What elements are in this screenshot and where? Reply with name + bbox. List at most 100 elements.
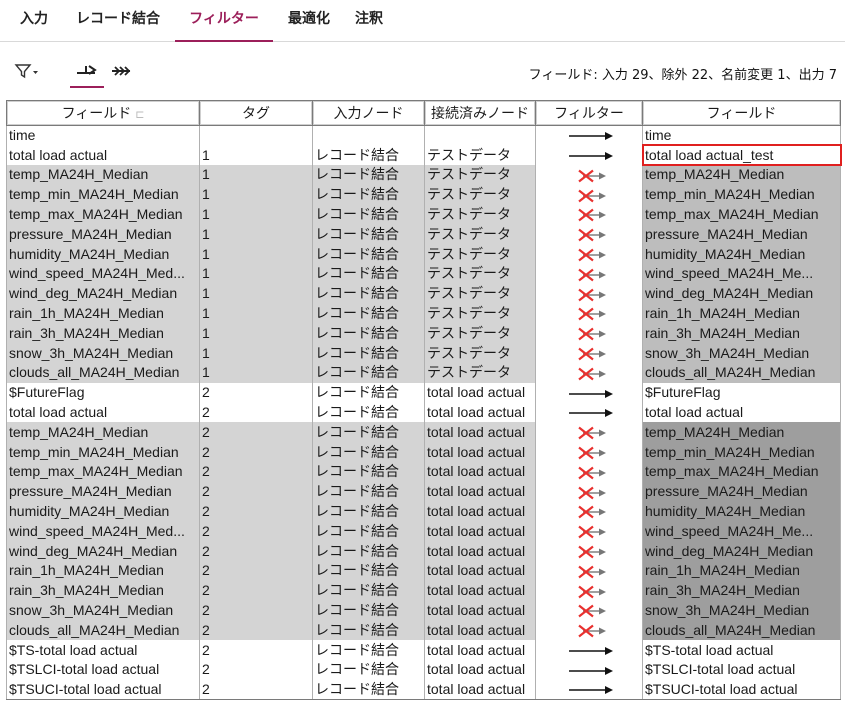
output-field-cell[interactable]: clouds_all_MA24H_Median (642, 620, 841, 641)
output-field-cell[interactable]: pressure_MA24H_Median (642, 481, 841, 502)
output-field-cell[interactable]: temp_MA24H_Median (642, 422, 841, 443)
table-row[interactable]: wind_speed_MA24H_Med... 2 レコード結合 total load… (6, 521, 841, 542)
table-row[interactable]: $FutureFlag 2 レコード結合 total load actual $Futu… (6, 382, 841, 403)
table-row[interactable]: total load actual 1 レコード結合 テストデータ total load… (6, 144, 842, 167)
table-row[interactable]: rain_1h_MA24H_Median 1 レコード結合 テストデータ rain_1h… (6, 303, 841, 324)
filter-toggle[interactable] (535, 561, 643, 581)
filter-toggle[interactable] (535, 303, 643, 324)
table-row[interactable]: snow_3h_MA24H_Median 2 レコード結合 total load ac… (6, 600, 841, 621)
header-field[interactable]: フィールド ⊏ (6, 100, 200, 126)
filter-toggle[interactable] (535, 679, 643, 701)
header-filter[interactable]: フィルター (535, 100, 643, 126)
table-row[interactable]: rain_1h_MA24H_Median 2 レコード結合 total load ac… (6, 561, 841, 581)
table-row[interactable]: humidity_MA24H_Median 2 レコード結合 total load a… (6, 501, 841, 522)
filter-toggle[interactable] (535, 283, 643, 304)
output-field-cell[interactable]: wind_deg_MA24H_Median (642, 283, 841, 304)
filter-toggle[interactable] (535, 343, 643, 364)
output-field-cell[interactable]: temp_min_MA24H_Median (642, 184, 841, 205)
filter-toggle[interactable] (535, 462, 643, 482)
table-row[interactable]: temp_max_MA24H_Median 1 レコード結合 テストデータ temp_m… (6, 204, 841, 225)
filter-toggle[interactable] (535, 580, 643, 601)
tab-optimize[interactable]: 最適化 (282, 0, 336, 42)
filter-toggle[interactable] (535, 640, 643, 661)
output-field-cell[interactable]: wind_speed_MA24H_Me... (642, 264, 841, 284)
output-field-cell[interactable]: humidity_MA24H_Median (642, 501, 841, 522)
output-field-cell[interactable]: total load actual_test (641, 144, 842, 167)
filter-toggle[interactable] (535, 145, 643, 166)
table-row[interactable]: temp_min_MA24H_Median 1 レコード結合 テストデータ temp_m… (6, 184, 841, 205)
output-field-cell[interactable]: clouds_all_MA24H_Median (642, 363, 841, 383)
table-row[interactable]: pressure_MA24H_Median 1 レコード結合 テストデータ pressu… (6, 224, 841, 245)
view-flow-button[interactable] (70, 58, 104, 88)
table-row[interactable]: wind_deg_MA24H_Median 1 レコード結合 テストデータ wind_d… (6, 283, 841, 304)
filter-toggle[interactable] (535, 501, 643, 522)
filter-dropdown-button[interactable] (10, 58, 44, 88)
output-field-cell[interactable]: pressure_MA24H_Median (642, 224, 841, 245)
table-row[interactable]: total load actual 2 レコード結合 total load actua… (6, 402, 841, 423)
filter-toggle[interactable] (535, 521, 643, 542)
table-row[interactable]: $TSLCI-total load actual 2 レコード結合 total loa… (6, 660, 841, 680)
table-row[interactable]: temp_MA24H_Median 1 レコード結合 テストデータ temp_MA24H… (6, 165, 841, 185)
filter-toggle[interactable] (535, 402, 643, 423)
output-field-cell[interactable]: snow_3h_MA24H_Median (642, 600, 841, 621)
header-tag[interactable]: タグ (199, 100, 313, 126)
output-field-cell[interactable]: temp_min_MA24H_Median (642, 442, 841, 463)
output-field-cell[interactable]: wind_deg_MA24H_Median (642, 541, 841, 562)
table-row[interactable]: wind_speed_MA24H_Med... 1 レコード結合 テストデータ wind… (6, 264, 841, 284)
table-row[interactable]: rain_3h_MA24H_Median 2 レコード結合 total load ac… (6, 580, 841, 601)
filter-toggle[interactable] (535, 442, 643, 463)
filter-toggle[interactable] (535, 184, 643, 205)
filter-toggle[interactable] (535, 363, 643, 383)
output-field-cell[interactable]: humidity_MA24H_Median (642, 244, 841, 265)
tab-record-merge[interactable]: レコード結合 (68, 0, 168, 42)
table-row[interactable]: clouds_all_MA24H_Median 2 レコード結合 total load… (6, 620, 841, 641)
table-row[interactable]: temp_max_MA24H_Median 2 レコード結合 total load a… (6, 462, 841, 482)
table-row[interactable]: $TSUCI-total load actual 2 レコード結合 total loa… (6, 679, 841, 701)
filter-toggle[interactable] (535, 125, 643, 146)
filter-toggle[interactable] (535, 224, 643, 245)
filter-toggle[interactable] (535, 244, 643, 265)
table-row[interactable]: temp_min_MA24H_Median 2 レコード結合 total load a… (6, 442, 841, 463)
output-field-cell[interactable]: rain_1h_MA24H_Median (642, 561, 841, 581)
output-field-cell[interactable]: rain_3h_MA24H_Median (642, 323, 841, 344)
output-field-cell[interactable]: rain_3h_MA24H_Median (642, 580, 841, 601)
tab-filter[interactable]: フィルター (175, 0, 273, 42)
output-field-cell[interactable]: $TSUCI-total load actual (642, 679, 841, 701)
tab-input[interactable]: 入力 (14, 0, 54, 42)
filter-toggle[interactable] (535, 264, 643, 284)
table-row[interactable]: pressure_MA24H_Median 2 レコード結合 total load a… (6, 481, 841, 502)
table-row[interactable]: clouds_all_MA24H_Median 1 レコード結合 テストデータ clou… (6, 363, 841, 383)
table-row[interactable]: $TS-total load actual 2 レコード結合 total load a… (6, 640, 841, 661)
filter-toggle[interactable] (535, 382, 643, 403)
output-field-cell[interactable]: wind_speed_MA24H_Me... (642, 521, 841, 542)
table-row[interactable]: rain_3h_MA24H_Median 1 レコード結合 テストデータ rain_3h… (6, 323, 841, 344)
output-field-cell[interactable]: $TS-total load actual (642, 640, 841, 661)
header-input-node[interactable]: 入力ノード (312, 100, 425, 126)
filter-toggle[interactable] (535, 165, 643, 185)
output-field-cell[interactable]: temp_max_MA24H_Median (642, 204, 841, 225)
filter-toggle[interactable] (535, 620, 643, 641)
filter-toggle[interactable] (535, 481, 643, 502)
filter-toggle[interactable] (535, 660, 643, 680)
output-field-cell[interactable]: snow_3h_MA24H_Median (642, 343, 841, 364)
filter-toggle[interactable] (535, 323, 643, 344)
table-row[interactable]: wind_deg_MA24H_Median 2 レコード結合 total load a… (6, 541, 841, 562)
table-row[interactable]: snow_3h_MA24H_Median 1 レコード結合 テストデータ snow_3h… (6, 343, 841, 364)
output-field-cell[interactable]: total load actual (642, 402, 841, 423)
filter-toggle[interactable] (535, 600, 643, 621)
table-row[interactable]: temp_MA24H_Median 2 レコード結合 total load actua… (6, 422, 841, 443)
table-row[interactable]: humidity_MA24H_Median 1 レコード結合 テストデータ humidi… (6, 244, 841, 265)
output-field-cell[interactable]: $FutureFlag (642, 382, 841, 403)
header-connected-node[interactable]: 接続済みノード (424, 100, 536, 126)
filter-toggle[interactable] (535, 422, 643, 443)
output-field-cell[interactable]: temp_max_MA24H_Median (642, 462, 841, 482)
output-field-cell[interactable]: time (642, 125, 841, 146)
output-field-cell[interactable]: rain_1h_MA24H_Median (642, 303, 841, 324)
output-field-cell[interactable]: temp_MA24H_Median (642, 165, 841, 185)
output-field-cell[interactable]: $TSLCI-total load actual (642, 660, 841, 680)
filter-toggle[interactable] (535, 204, 643, 225)
table-row[interactable]: time time (6, 125, 841, 146)
tab-annotation[interactable]: 注釈 (349, 0, 389, 42)
view-multi-button[interactable] (104, 58, 138, 88)
header-output-field[interactable]: フィールド (642, 100, 841, 126)
